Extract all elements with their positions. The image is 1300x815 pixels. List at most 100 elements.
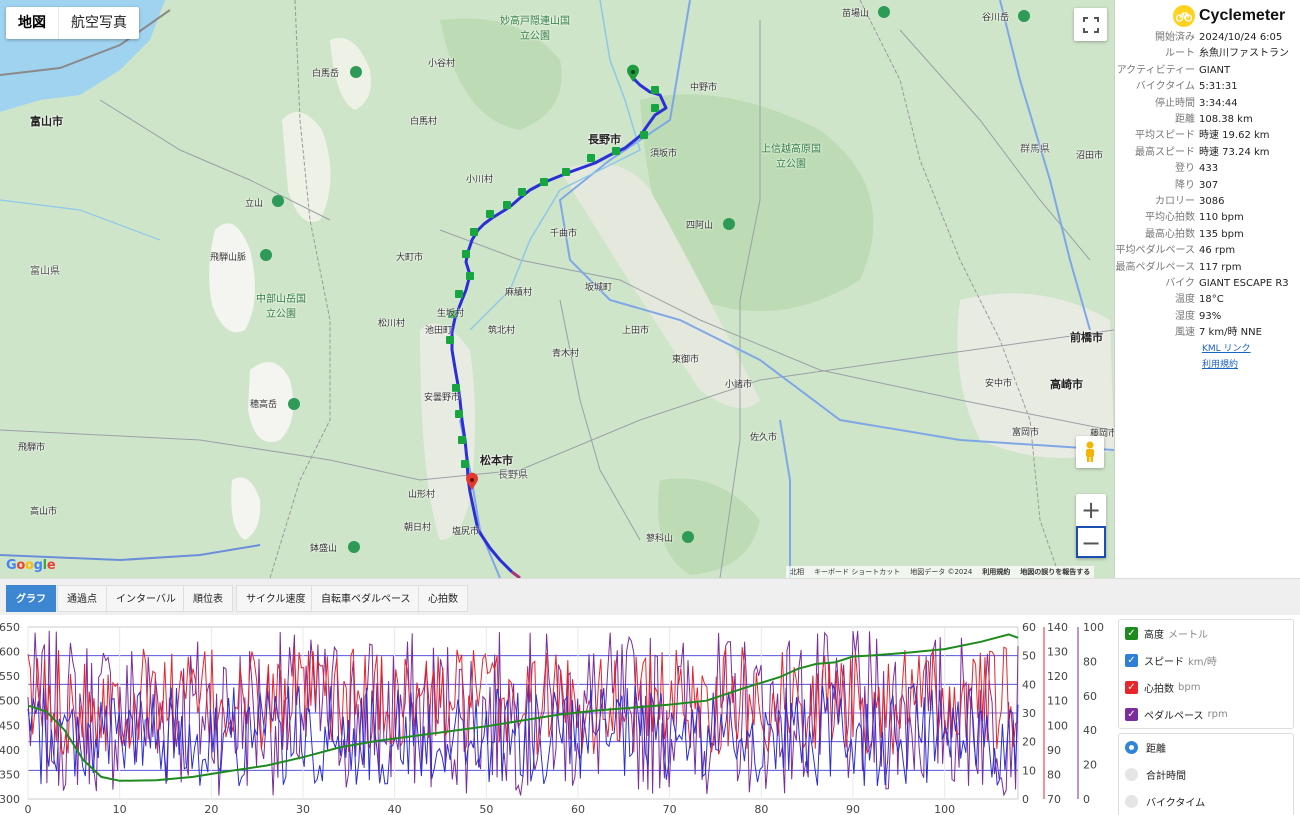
x-tick-label: 30 (296, 803, 310, 815)
bicycle-icon (1173, 5, 1195, 27)
map-label: 沼田市 (1076, 151, 1104, 161)
altitude-tick-label: 450 (0, 719, 20, 732)
zoom-in-button[interactable]: + (1076, 494, 1106, 526)
x-axis-option-total-time[interactable]: 合計時間 (1119, 761, 1293, 788)
street-view-pegman[interactable] (1076, 436, 1104, 468)
heart-tick-label: 120 (1047, 670, 1068, 683)
map-label: 鉢盛山 (310, 544, 338, 554)
zoom-control[interactable]: + − (1076, 494, 1106, 558)
ride-chart-svg[interactable]: 0 10 20 30 40 50 60 70 80 90 100650600550500450400… (0, 615, 1110, 815)
speed-tick-label: 30 (1022, 707, 1036, 720)
altitude-tick-label: 400 (0, 744, 20, 757)
map-data-label: 地図データ ©2024 (910, 568, 973, 576)
report-error-link[interactable]: 地図の誤りを報告する (1020, 567, 1090, 577)
stat-row: 湿度 93% (1115, 309, 1300, 325)
checkbox-checked-icon[interactable]: ✓ (1125, 654, 1138, 667)
legend-unit: km/時 (1188, 657, 1217, 668)
map-type-satellite-button[interactable]: 航空写真 (59, 7, 139, 39)
cadence-tick-label: 0 (1083, 793, 1090, 806)
map-type-roadmap-button[interactable]: 地図 (6, 7, 59, 39)
map-canvas[interactable] (0, 0, 1114, 578)
kml-link[interactable]: KML リンク (1202, 341, 1300, 357)
tab-leaderboard[interactable]: 順位表 (183, 585, 233, 612)
map-label: 中野市 (690, 83, 718, 93)
map-label: 佐久市 (750, 433, 778, 443)
fullscreen-button[interactable] (1074, 8, 1107, 41)
map-label: 富山市 (30, 115, 63, 128)
tab-pedal-cadence[interactable]: 自転車ペダルペース (311, 585, 421, 612)
map-label: 上田市 (622, 326, 650, 336)
map-label: 富山県 (30, 266, 60, 277)
tab-bar: グラフ 通過点 インターバル 順位表 サイクル速度 自転車ペダルペース 心拍数 (0, 578, 1300, 615)
zoom-out-button[interactable]: − (1076, 526, 1106, 558)
stat-key: ルート (1165, 48, 1195, 60)
map-terms-link[interactable]: 利用規約 (982, 567, 1010, 577)
legend-item[interactable]: ✓ ペダルペース rpm (1119, 701, 1293, 728)
stat-row: 平均心拍数 110 bpm (1115, 210, 1300, 226)
map-label: 中部山岳国立公園 (256, 294, 306, 320)
checkbox-checked-icon[interactable]: ✓ (1125, 627, 1138, 640)
stat-value: 433 (1199, 163, 1219, 175)
tab-graph[interactable]: グラフ (6, 585, 56, 612)
tab-waypoints[interactable]: 通過点 (57, 585, 107, 612)
stat-key: 開始済み (1155, 32, 1195, 43)
speed-tick-label: 60 (1022, 621, 1036, 634)
side-links: KML リンク 利用規約 (1115, 341, 1300, 373)
google-logo: Google (6, 558, 56, 573)
map-label: 上信越高原国立公園 (761, 144, 821, 170)
map-label: 高山市 (30, 507, 58, 517)
radio-off-icon (1125, 795, 1138, 808)
map-label: 麻績村 (505, 288, 533, 298)
speed-tick-label: 50 (1022, 650, 1036, 663)
ride-summary-panel: Cyclemeter 開始済み 2024/10/24 6:05 ルート 糸魚川ファスト… (1114, 0, 1300, 578)
map-label: 生坂村 (437, 309, 465, 319)
map-label: 東御市 (672, 355, 700, 365)
x-tick-label: 50 (479, 803, 493, 815)
tab-intervals[interactable]: インターバル (106, 585, 186, 612)
stat-key: 風速 (1175, 326, 1195, 338)
stat-row: アクティビティー GIANT (1115, 63, 1300, 79)
cadence-tick-label: 60 (1083, 690, 1097, 703)
terms-link[interactable]: 利用規約 (1202, 357, 1300, 373)
stat-value: 3:34:44 (1199, 97, 1238, 109)
map-label: 朝日村 (404, 523, 432, 533)
stat-row: 温度 18°C (1115, 292, 1300, 308)
x-axis-selector: 距離 合計時間 バイクタイム (1118, 733, 1294, 815)
stat-key: 湿度 (1175, 310, 1195, 322)
stat-key: 最高ペダルペース (1115, 261, 1196, 273)
heart-tick-label: 140 (1047, 621, 1068, 634)
map-type-switch[interactable]: 地図 航空写真 (6, 7, 139, 39)
x-tick-label: 60 (571, 803, 585, 815)
altitude-tick-label: 600 (0, 646, 20, 659)
x-tick-label: 100 (934, 803, 955, 815)
stat-value: 18°C (1199, 294, 1224, 306)
legend-item[interactable]: ✓ 心拍数 bpm (1119, 674, 1293, 701)
speed-tick-label: 40 (1022, 678, 1036, 691)
stat-key: 距離 (1175, 114, 1195, 126)
map-label: 塩尻市 (452, 527, 480, 537)
speed-tick-label: 20 (1022, 736, 1036, 749)
map-label: 立山 (245, 199, 264, 209)
map-label: 青木村 (552, 349, 580, 359)
route-map[interactable]: 富山市 長野市 松本市 上田市 小諸市 佐久市 高崎市 前橋市 千曲市 安曇野市… (0, 0, 1114, 578)
stat-value: GIANT ESCAPE R3 (1199, 278, 1289, 290)
stat-key: 温度 (1175, 294, 1195, 306)
x-axis-option-bike-time[interactable]: バイクタイム (1119, 788, 1293, 815)
legend-item[interactable]: ✓ スピード km/時 (1119, 647, 1293, 674)
checkbox-checked-icon[interactable]: ✓ (1125, 681, 1138, 694)
checkbox-checked-icon[interactable]: ✓ (1125, 708, 1138, 721)
stat-key: バイク (1165, 278, 1195, 290)
x-axis-option-distance[interactable]: 距離 (1119, 734, 1293, 761)
tab-cycle-speed[interactable]: サイクル速度 (236, 585, 316, 612)
x-tick-label: 90 (846, 803, 860, 815)
tab-heart-rate[interactable]: 心拍数 (418, 585, 468, 612)
keyboard-shortcuts-link[interactable]: キーボード ショートカット (814, 567, 900, 577)
stat-row: 距離 108.38 km (1115, 112, 1300, 128)
cadence-tick-label: 80 (1083, 655, 1097, 668)
legend-item[interactable]: ✓ 高度 メートル (1119, 620, 1293, 647)
stat-row: バイク GIANT ESCAPE R3 (1115, 276, 1300, 292)
ride-graph[interactable]: 0 10 20 30 40 50 60 70 80 90 100 650 600 550 500 450 400… (0, 615, 1110, 815)
pegman-icon (1086, 441, 1094, 462)
stat-value: 110 bpm (1199, 212, 1244, 224)
legend-label: 高度 (1144, 630, 1164, 641)
